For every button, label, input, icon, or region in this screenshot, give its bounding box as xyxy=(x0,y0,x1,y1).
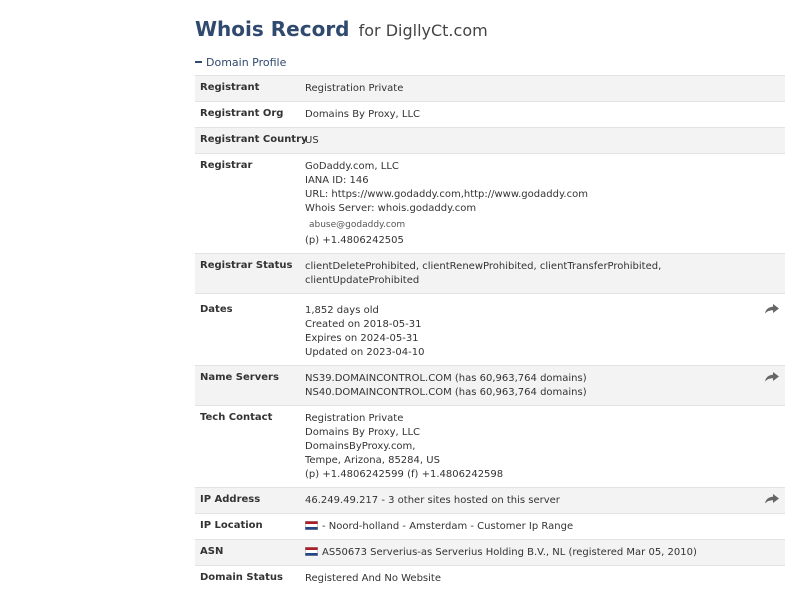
row-dates: Dates 1,852 days old Created on 2018-05-… xyxy=(195,293,785,365)
row-registrant-country: Registrant Country US xyxy=(195,127,785,153)
domain-status-label: Domain Status xyxy=(200,572,283,583)
ip-address-value: 46.249.49.217 - 3 other sites hosted on … xyxy=(305,495,560,506)
registrant-value: Registration Private xyxy=(305,83,404,94)
tech-contact-phones: (p) +1.4806242599 (f) +1.4806242598 xyxy=(305,468,755,482)
row-registrant: Registrant Registration Private xyxy=(195,75,785,101)
registrant-org-value: Domains By Proxy, LLC xyxy=(305,109,421,120)
ip-address-label: IP Address xyxy=(200,494,261,505)
domain-status-value: Registered And No Website xyxy=(305,573,441,584)
updated-date: Updated on 2023-04-10 xyxy=(305,347,425,358)
registrar-status-label: Registrar Status xyxy=(200,260,293,271)
registrar-value: GoDaddy.com, LLC IANA ID: 146 URL: https… xyxy=(305,154,785,253)
fax-prefix: (f) xyxy=(407,469,419,480)
registrar-email-image: abuse@godaddy.com xyxy=(309,220,406,230)
share-arrow-icon[interactable] xyxy=(765,304,779,314)
phone-prefix: (p) xyxy=(305,235,320,246)
created-date: Created on 2018-05-31 xyxy=(305,319,422,330)
collapse-minus-icon xyxy=(195,61,202,63)
dates-label: Dates xyxy=(200,304,233,315)
name-servers-label: Name Servers xyxy=(200,372,279,383)
row-tech-contact: Tech Contact Registration Private Domain… xyxy=(195,405,785,487)
row-domain-status: Domain Status Registered And No Website xyxy=(195,565,785,591)
tech-contact-line1: Registration Private xyxy=(305,413,404,424)
share-arrow-icon[interactable] xyxy=(765,494,779,504)
name-server-2: NS40.DOMAINCONTROL.COM (has 60,963,764 d… xyxy=(305,387,587,398)
registrant-country-value: US xyxy=(305,135,319,146)
dates-value: 1,852 days old Created on 2018-05-31 Exp… xyxy=(305,298,785,365)
title-for-text: for xyxy=(358,21,381,40)
row-registrar-status: Registrar Status clientDeleteProhibited,… xyxy=(195,253,785,293)
registrar-status-value: clientDeleteProhibited, clientRenewProhi… xyxy=(305,254,785,293)
row-asn: ASN AS50673 Serverius-as Serverius Holdi… xyxy=(195,539,785,565)
registrant-country-label: Registrant Country xyxy=(200,134,308,145)
phone-prefix: (p) xyxy=(305,469,320,480)
whois-table: Registrant Registration Private Registra… xyxy=(195,75,785,591)
registrar-status-line1: clientDeleteProhibited, clientRenewProhi… xyxy=(305,261,662,272)
row-registrant-org: Registrant Org Domains By Proxy, LLC xyxy=(195,101,785,127)
name-servers-value: NS39.DOMAINCONTROL.COM (has 60,963,764 d… xyxy=(305,366,785,405)
domain-profile-label: Domain Profile xyxy=(206,56,287,69)
ip-location-text: - Noord-holland - Amsterdam - Customer I… xyxy=(322,521,574,532)
asn-value: AS50673 Serverius-as Serverius Holding B… xyxy=(305,540,785,565)
domain-name: DigllyCt.com xyxy=(385,21,488,40)
registrar-label: Registrar xyxy=(200,160,253,171)
tech-contact-line2: Domains By Proxy, LLC xyxy=(305,427,421,438)
page-title: Whois Record for DigllyCt.com xyxy=(195,17,488,41)
row-registrar: Registrar GoDaddy.com, LLC IANA ID: 146 … xyxy=(195,153,785,253)
registrant-label: Registrant xyxy=(200,82,260,93)
name-server-1: NS39.DOMAINCONTROL.COM (has 60,963,764 d… xyxy=(305,373,587,384)
domain-profile-toggle[interactable]: Domain Profile xyxy=(195,56,286,69)
registrar-iana: IANA ID: 146 xyxy=(305,175,369,186)
ip-location-value: - Noord-holland - Amsterdam - Customer I… xyxy=(305,514,785,539)
tech-fax-number: +1.4806242598 xyxy=(421,469,504,480)
registrar-whois-server: Whois Server: whois.godaddy.com xyxy=(305,203,477,214)
row-name-servers: Name Servers NS39.DOMAINCONTROL.COM (has… xyxy=(195,365,785,405)
share-arrow-icon[interactable] xyxy=(765,372,779,382)
registrar-phone: (p) +1.4806242505 xyxy=(305,234,755,248)
row-ip-location: IP Location - Noord-holland - Amsterdam … xyxy=(195,513,785,539)
whois-record-heading: Whois Record xyxy=(195,17,350,41)
asn-text: AS50673 Serverius-as Serverius Holding B… xyxy=(322,547,697,558)
domain-age: 1,852 days old xyxy=(305,305,379,316)
tech-contact-line4: Tempe, Arizona, 85284, US xyxy=(305,455,440,466)
netherlands-flag-icon xyxy=(305,521,318,530)
registrar-name: GoDaddy.com, LLC xyxy=(305,161,399,172)
row-ip-address: IP Address 46.249.49.217 - 3 other sites… xyxy=(195,487,785,513)
tech-phone-number: +1.4806242599 xyxy=(322,469,404,480)
expires-date: Expires on 2024-05-31 xyxy=(305,333,419,344)
registrar-status-line2: clientUpdateProhibited xyxy=(305,275,420,286)
ip-location-label: IP Location xyxy=(200,520,263,531)
registrant-org-label: Registrant Org xyxy=(200,108,284,119)
tech-contact-label: Tech Contact xyxy=(200,412,273,423)
tech-contact-line3: DomainsByProxy.com, xyxy=(305,441,416,452)
registrar-url: URL: https://www.godaddy.com,http://www.… xyxy=(305,189,588,200)
tech-contact-value: Registration Private Domains By Proxy, L… xyxy=(305,406,785,487)
registrar-phone-number: +1.4806242505 xyxy=(322,235,404,246)
